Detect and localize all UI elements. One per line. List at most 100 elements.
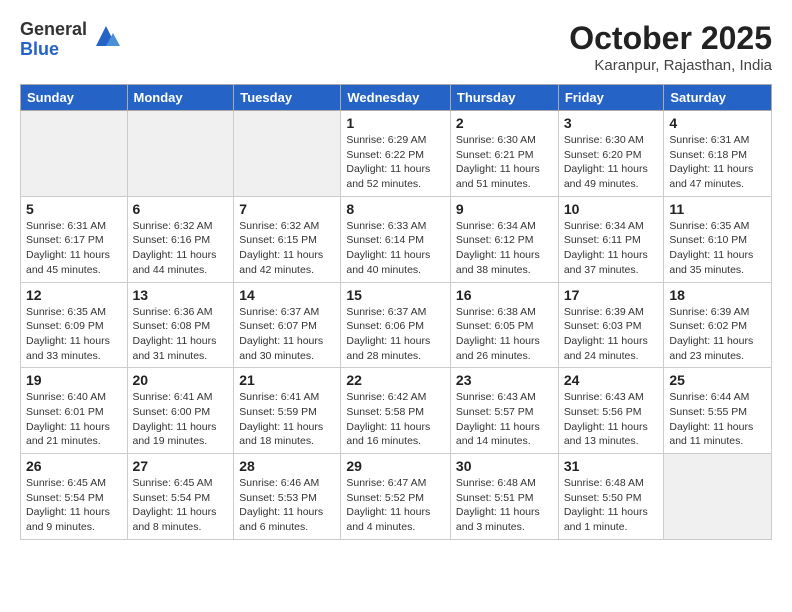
calendar-week-2: 5 Sunrise: 6:31 AM Sunset: 6:17 PM Daylig… bbox=[21, 196, 772, 282]
calendar-week-3: 12 Sunrise: 6:35 AM Sunset: 6:09 PM Dayli… bbox=[21, 282, 772, 368]
day-info: Sunrise: 6:34 AM Sunset: 6:11 PM Dayligh… bbox=[564, 219, 659, 278]
table-row: 14 Sunrise: 6:37 AM Sunset: 6:07 PM Dayli… bbox=[234, 282, 341, 368]
title-block: October 2025 Karanpur, Rajasthan, India bbox=[569, 20, 772, 74]
day-info: Sunrise: 6:29 AM Sunset: 6:22 PM Dayligh… bbox=[346, 133, 445, 192]
day-number: 23 bbox=[456, 372, 553, 388]
day-info: Sunrise: 6:37 AM Sunset: 6:06 PM Dayligh… bbox=[346, 305, 445, 364]
table-row: 9 Sunrise: 6:34 AM Sunset: 6:12 PM Daylig… bbox=[450, 196, 558, 282]
calendar-week-1: 1Sunrise: 6:29 AM Sunset: 6:22 PM Daylig… bbox=[21, 111, 772, 197]
table-row bbox=[234, 111, 341, 197]
table-row: 10Sunrise: 6:34 AM Sunset: 6:11 PM Dayli… bbox=[558, 196, 664, 282]
day-info: Sunrise: 6:45 AM Sunset: 5:54 PM Dayligh… bbox=[133, 476, 229, 535]
table-row: 20 Sunrise: 6:41 AM Sunset: 6:00 PM Dayli… bbox=[127, 368, 234, 454]
day-number: 15 bbox=[346, 287, 445, 303]
day-info: Sunrise: 6:31 AM Sunset: 6:17 PM Dayligh… bbox=[26, 219, 122, 278]
table-row: 21 Sunrise: 6:41 AM Sunset: 5:59 PM Dayli… bbox=[234, 368, 341, 454]
day-info: Sunrise: 6:39 AM Sunset: 6:02 PM Dayligh… bbox=[669, 305, 766, 364]
day-number: 28 bbox=[239, 458, 335, 474]
table-row: 4 Sunrise: 6:31 AM Sunset: 6:18 PM Daylig… bbox=[664, 111, 772, 197]
day-number: 19 bbox=[26, 372, 122, 388]
day-number: 7 bbox=[239, 201, 335, 217]
day-info: Sunrise: 6:48 AM Sunset: 5:50 PM Dayligh… bbox=[564, 476, 659, 535]
day-number: 31 bbox=[564, 458, 659, 474]
calendar-table: Sunday Monday Tuesday Wednesday Thursday… bbox=[20, 84, 772, 540]
day-number: 3 bbox=[564, 115, 659, 131]
day-info: Sunrise: 6:34 AM Sunset: 6:12 PM Dayligh… bbox=[456, 219, 553, 278]
calendar-week-4: 19 Sunrise: 6:40 AM Sunset: 6:01 PM Dayli… bbox=[21, 368, 772, 454]
day-number: 26 bbox=[26, 458, 122, 474]
day-info: Sunrise: 6:33 AM Sunset: 6:14 PM Dayligh… bbox=[346, 219, 445, 278]
day-number: 20 bbox=[133, 372, 229, 388]
day-number: 9 bbox=[456, 201, 553, 217]
day-info: Sunrise: 6:41 AM Sunset: 5:59 PM Dayligh… bbox=[239, 390, 335, 449]
day-info: Sunrise: 6:32 AM Sunset: 6:15 PM Dayligh… bbox=[239, 219, 335, 278]
day-number: 16 bbox=[456, 287, 553, 303]
day-number: 12 bbox=[26, 287, 122, 303]
day-info: Sunrise: 6:40 AM Sunset: 6:01 PM Dayligh… bbox=[26, 390, 122, 449]
day-info: Sunrise: 6:41 AM Sunset: 6:00 PM Dayligh… bbox=[133, 390, 229, 449]
day-info: Sunrise: 6:39 AM Sunset: 6:03 PM Dayligh… bbox=[564, 305, 659, 364]
day-number: 2 bbox=[456, 115, 553, 131]
day-number: 22 bbox=[346, 372, 445, 388]
day-info: Sunrise: 6:31 AM Sunset: 6:18 PM Dayligh… bbox=[669, 133, 766, 192]
day-number: 11 bbox=[669, 201, 766, 217]
table-row: 29Sunrise: 6:47 AM Sunset: 5:52 PM Dayli… bbox=[341, 454, 451, 540]
logo-general: General bbox=[20, 20, 87, 40]
day-info: Sunrise: 6:36 AM Sunset: 6:08 PM Dayligh… bbox=[133, 305, 229, 364]
day-info: Sunrise: 6:43 AM Sunset: 5:57 PM Dayligh… bbox=[456, 390, 553, 449]
day-info: Sunrise: 6:38 AM Sunset: 6:05 PM Dayligh… bbox=[456, 305, 553, 364]
day-info: Sunrise: 6:32 AM Sunset: 6:16 PM Dayligh… bbox=[133, 219, 229, 278]
day-info: Sunrise: 6:46 AM Sunset: 5:53 PM Dayligh… bbox=[239, 476, 335, 535]
day-info: Sunrise: 6:30 AM Sunset: 6:20 PM Dayligh… bbox=[564, 133, 659, 192]
day-info: Sunrise: 6:35 AM Sunset: 6:10 PM Dayligh… bbox=[669, 219, 766, 278]
table-row: 17 Sunrise: 6:39 AM Sunset: 6:03 PM Dayli… bbox=[558, 282, 664, 368]
table-row: 22 Sunrise: 6:42 AM Sunset: 5:58 PM Dayli… bbox=[341, 368, 451, 454]
logo-icon bbox=[91, 21, 121, 51]
table-row: 3 Sunrise: 6:30 AM Sunset: 6:20 PM Daylig… bbox=[558, 111, 664, 197]
day-number: 4 bbox=[669, 115, 766, 131]
day-info: Sunrise: 6:45 AM Sunset: 5:54 PM Dayligh… bbox=[26, 476, 122, 535]
table-row: 25Sunrise: 6:44 AM Sunset: 5:55 PM Dayli… bbox=[664, 368, 772, 454]
table-row: 5 Sunrise: 6:31 AM Sunset: 6:17 PM Daylig… bbox=[21, 196, 128, 282]
header-monday: Monday bbox=[127, 85, 234, 111]
header-saturday: Saturday bbox=[664, 85, 772, 111]
day-info: Sunrise: 6:37 AM Sunset: 6:07 PM Dayligh… bbox=[239, 305, 335, 364]
table-row: 24Sunrise: 6:43 AM Sunset: 5:56 PM Dayli… bbox=[558, 368, 664, 454]
day-info: Sunrise: 6:48 AM Sunset: 5:51 PM Dayligh… bbox=[456, 476, 553, 535]
day-info: Sunrise: 6:42 AM Sunset: 5:58 PM Dayligh… bbox=[346, 390, 445, 449]
day-number: 14 bbox=[239, 287, 335, 303]
table-row: 16 Sunrise: 6:38 AM Sunset: 6:05 PM Dayli… bbox=[450, 282, 558, 368]
logo-text: General Blue bbox=[20, 20, 87, 60]
table-row bbox=[21, 111, 128, 197]
table-row: 12 Sunrise: 6:35 AM Sunset: 6:09 PM Dayli… bbox=[21, 282, 128, 368]
table-row: 18 Sunrise: 6:39 AM Sunset: 6:02 PM Dayli… bbox=[664, 282, 772, 368]
logo: General Blue bbox=[20, 20, 121, 60]
day-info: Sunrise: 6:35 AM Sunset: 6:09 PM Dayligh… bbox=[26, 305, 122, 364]
header-tuesday: Tuesday bbox=[234, 85, 341, 111]
page: General Blue October 2025 Karanpur, Raja… bbox=[0, 0, 792, 612]
table-row: 26 Sunrise: 6:45 AM Sunset: 5:54 PM Dayli… bbox=[21, 454, 128, 540]
table-row: 13 Sunrise: 6:36 AM Sunset: 6:08 PM Dayli… bbox=[127, 282, 234, 368]
day-info: Sunrise: 6:44 AM Sunset: 5:55 PM Dayligh… bbox=[669, 390, 766, 449]
logo-blue: Blue bbox=[20, 40, 87, 60]
day-number: 5 bbox=[26, 201, 122, 217]
day-number: 18 bbox=[669, 287, 766, 303]
day-info: Sunrise: 6:47 AM Sunset: 5:52 PM Dayligh… bbox=[346, 476, 445, 535]
month-title: October 2025 bbox=[569, 20, 772, 57]
table-row bbox=[664, 454, 772, 540]
day-number: 8 bbox=[346, 201, 445, 217]
table-row: 8 Sunrise: 6:33 AM Sunset: 6:14 PM Daylig… bbox=[341, 196, 451, 282]
day-number: 17 bbox=[564, 287, 659, 303]
table-row: 6Sunrise: 6:32 AM Sunset: 6:16 PM Daylig… bbox=[127, 196, 234, 282]
table-row: 30Sunrise: 6:48 AM Sunset: 5:51 PM Dayli… bbox=[450, 454, 558, 540]
day-info: Sunrise: 6:43 AM Sunset: 5:56 PM Dayligh… bbox=[564, 390, 659, 449]
table-row bbox=[127, 111, 234, 197]
table-row: 27Sunrise: 6:45 AM Sunset: 5:54 PM Dayli… bbox=[127, 454, 234, 540]
table-row: 7 Sunrise: 6:32 AM Sunset: 6:15 PM Daylig… bbox=[234, 196, 341, 282]
day-info: Sunrise: 6:30 AM Sunset: 6:21 PM Dayligh… bbox=[456, 133, 553, 192]
calendar-week-5: 26 Sunrise: 6:45 AM Sunset: 5:54 PM Dayli… bbox=[21, 454, 772, 540]
day-number: 13 bbox=[133, 287, 229, 303]
header-wednesday: Wednesday bbox=[341, 85, 451, 111]
day-number: 21 bbox=[239, 372, 335, 388]
header-sunday: Sunday bbox=[21, 85, 128, 111]
